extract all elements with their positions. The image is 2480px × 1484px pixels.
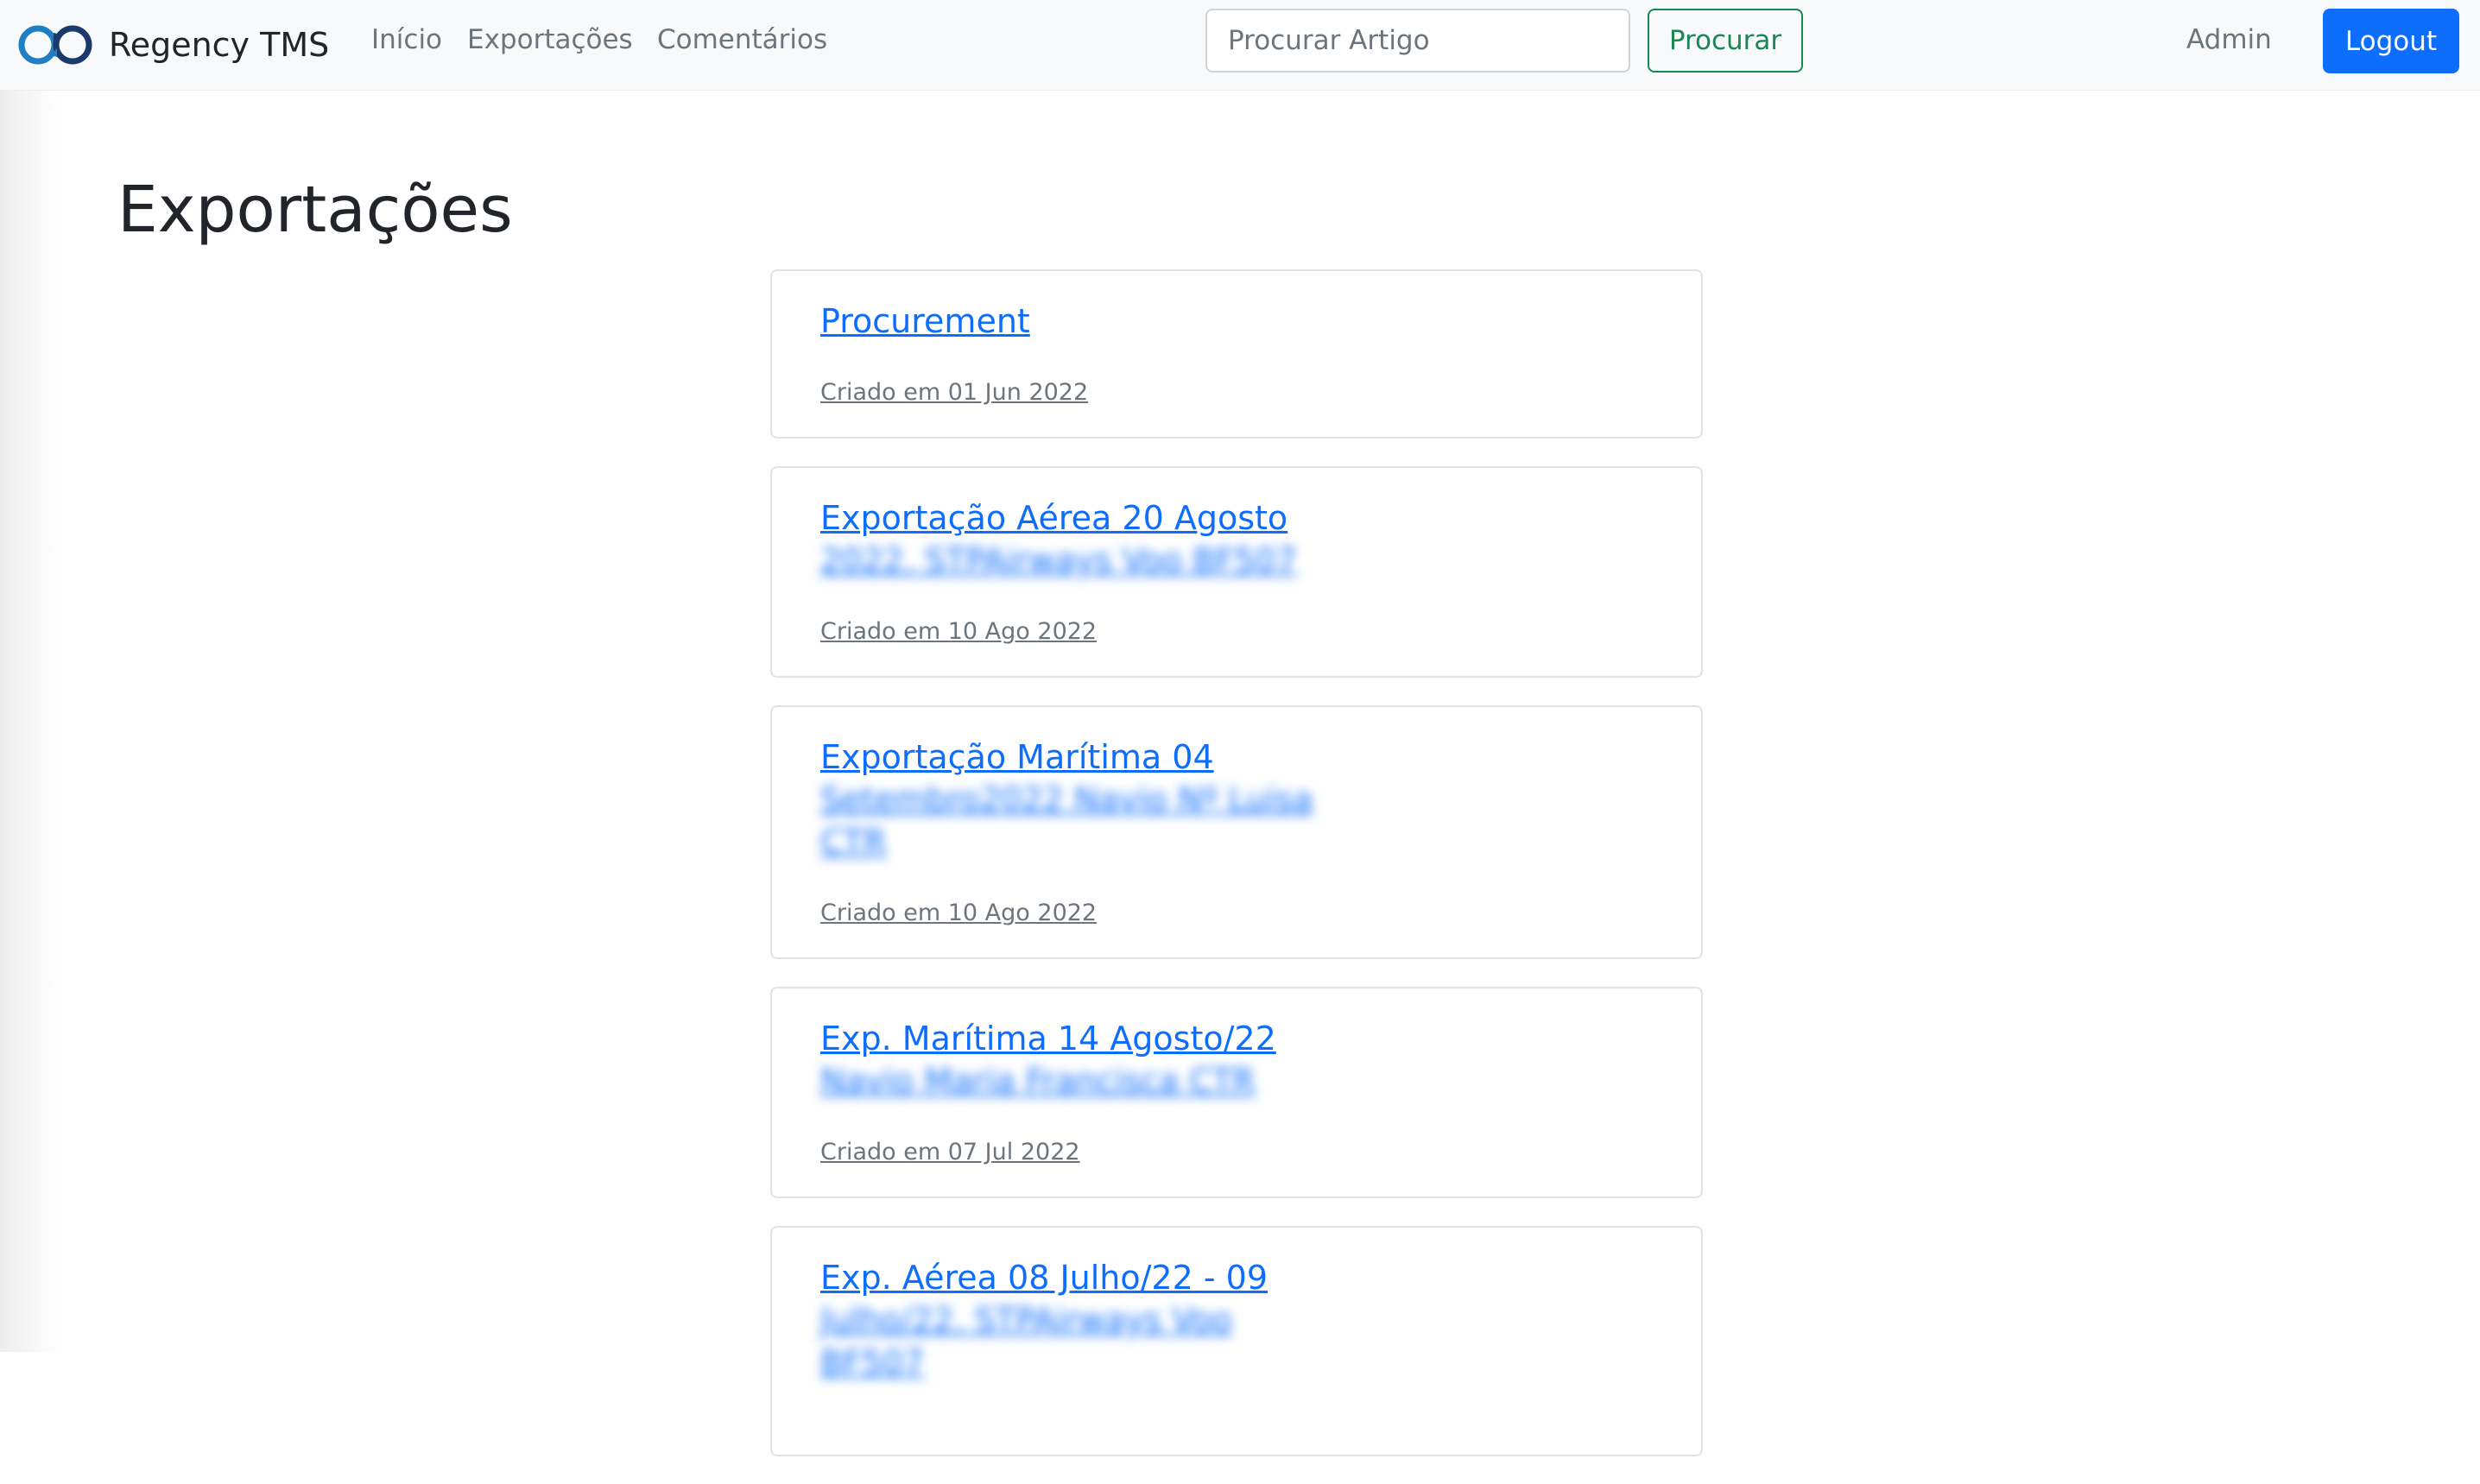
export-title-redacted: Julho/22. STPAirways Voo BF507 bbox=[820, 1301, 1232, 1381]
export-title-link[interactable]: Exportação Aérea 20 Agosto 2022. STPAirw… bbox=[820, 497, 1297, 582]
top-navbar: Regency TMS Início Exportações Comentári… bbox=[0, 0, 2480, 91]
export-title-link[interactable]: Procurement bbox=[820, 300, 1030, 343]
regency-logo-icon bbox=[18, 25, 92, 65]
export-created-date[interactable]: Criado em 10 Ago 2022 bbox=[820, 900, 1097, 926]
export-created-date[interactable]: Criado em 10 Ago 2022 bbox=[820, 618, 1097, 645]
export-title: Exportação Aérea 20 Agosto bbox=[820, 499, 1288, 537]
export-title: Exp. Aérea 08 Julho/22 - 09 bbox=[820, 1259, 1268, 1297]
export-title-redacted: CTR bbox=[820, 823, 887, 861]
logout-button[interactable]: Logout bbox=[2323, 9, 2459, 73]
page-left-shadow bbox=[0, 90, 60, 1352]
export-card: Exp. Aérea 08 Julho/22 - 09 Julho/22. ST… bbox=[770, 1226, 1703, 1456]
search-input[interactable] bbox=[1205, 9, 1630, 73]
user-admin-link[interactable]: Admin bbox=[2186, 24, 2272, 55]
export-title-redacted: 2022. STPAirways Voo BF507 bbox=[820, 541, 1297, 579]
nav-link-inicio[interactable]: Início bbox=[371, 24, 442, 55]
export-title: Procurement bbox=[820, 302, 1030, 340]
export-created-date[interactable]: Criado em 01 Jun 2022 bbox=[820, 379, 1088, 406]
exports-list: Procurement Criado em 01 Jun 2022 Export… bbox=[770, 269, 1703, 1484]
brand-name: Regency TMS bbox=[109, 26, 330, 64]
export-title: Exp. Marítima 14 Agosto/22 bbox=[820, 1020, 1276, 1058]
export-card: Procurement Criado em 01 Jun 2022 bbox=[770, 269, 1703, 439]
export-card: Exportação Marítima 04 Setembro2022 Navi… bbox=[770, 705, 1703, 959]
export-title-redacted: Navio Maria Francisca CTR bbox=[820, 1062, 1256, 1100]
export-card: Exp. Marítima 14 Agosto/22 Navio Maria F… bbox=[770, 987, 1703, 1198]
export-card: Exportação Aérea 20 Agosto 2022. STPAirw… bbox=[770, 466, 1703, 678]
brand[interactable]: Regency TMS bbox=[12, 16, 329, 74]
nav-link-exportacoes[interactable]: Exportações bbox=[467, 24, 633, 55]
export-title: Exportação Marítima 04 bbox=[820, 738, 1214, 776]
export-created-date[interactable]: Criado em 07 Jul 2022 bbox=[820, 1139, 1080, 1165]
nav-link-comentarios[interactable]: Comentários bbox=[657, 24, 827, 55]
search-button[interactable]: Procurar bbox=[1648, 9, 1803, 73]
export-title-link[interactable]: Exp. Marítima 14 Agosto/22 Navio Maria F… bbox=[820, 1018, 1276, 1102]
page-title: Exportações bbox=[117, 173, 513, 247]
export-title-link[interactable]: Exportação Marítima 04 Setembro2022 Navi… bbox=[820, 736, 1313, 863]
export-title-redacted: Setembro2022 Navio Nº Luisa bbox=[820, 780, 1313, 818]
export-title-link[interactable]: Exp. Aérea 08 Julho/22 - 09 Julho/22. ST… bbox=[820, 1257, 1330, 1384]
